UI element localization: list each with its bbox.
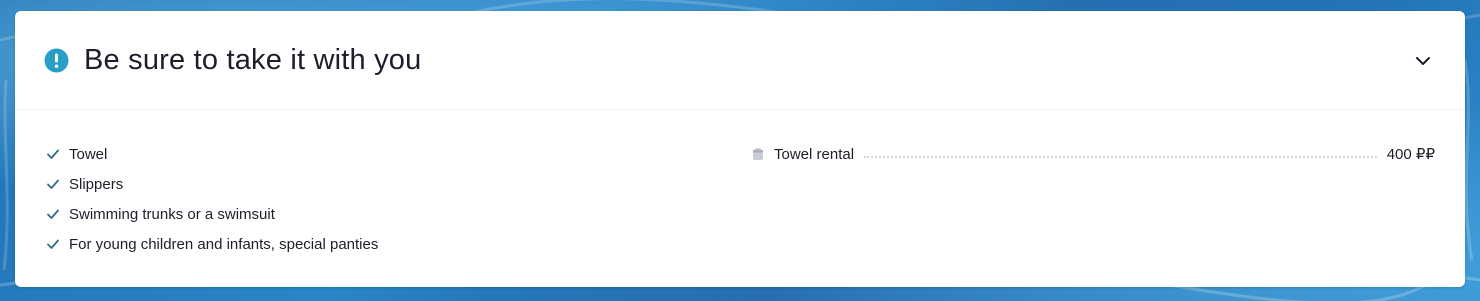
list-item-label: For young children and infants, special … <box>69 235 379 253</box>
list-item: Towel <box>46 139 378 169</box>
check-icon <box>47 149 59 159</box>
check-icon <box>47 239 59 249</box>
list-item-label: Swimming trunks or a swimsuit <box>69 205 275 223</box>
dotted-leader <box>864 156 1377 158</box>
list-item: Slippers <box>46 169 378 199</box>
section-title: Be sure to take it with you <box>84 44 422 76</box>
list-item: For young children and infants, special … <box>46 229 378 259</box>
rental-row: Towel rental 400 ₽₽ <box>751 139 1435 169</box>
list-item-label: Towel <box>69 145 108 163</box>
rental-name: Towel rental <box>774 145 855 163</box>
exclamation-circle-icon <box>44 48 69 73</box>
check-icon <box>47 209 59 219</box>
info-card: Be sure to take it with you Towel Slippe… <box>15 11 1465 287</box>
towel-icon <box>753 148 763 160</box>
list-item-label: Slippers <box>69 175 124 193</box>
checklist: Towel Slippers Swimming trunks or a swim… <box>46 139 378 259</box>
list-item: Swimming trunks or a swimsuit <box>46 199 378 229</box>
check-icon <box>47 179 59 189</box>
rental-price: 400 ₽₽ <box>1386 146 1435 163</box>
card-header[interactable]: Be sure to take it with you <box>15 11 1465 110</box>
chevron-down-icon[interactable] <box>1413 51 1433 71</box>
